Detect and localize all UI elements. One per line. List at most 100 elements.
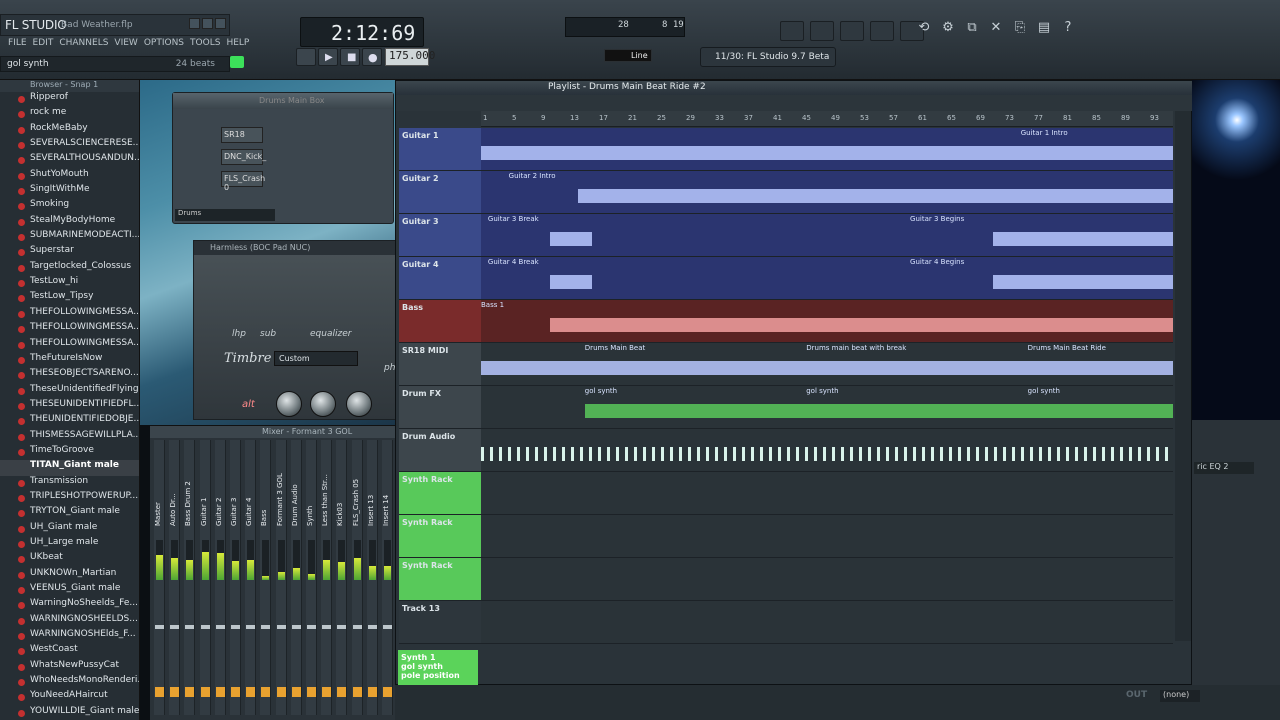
channel-kick[interactable]: DNC_Kick_: [221, 149, 266, 165]
browser-item[interactable]: THESEUNIDENTIFIEDFL...: [0, 399, 139, 414]
route-button[interactable]: [261, 687, 271, 697]
browser-item[interactable]: WhatsNewPussyCat: [0, 660, 139, 675]
browser-item[interactable]: WARNINGNOSHEELDS...: [0, 614, 139, 629]
mixer-strip[interactable]: Guitar 3: [230, 440, 241, 715]
output-select[interactable]: (none): [1160, 690, 1200, 702]
route-button[interactable]: [276, 687, 286, 697]
clip-waveform[interactable]: [550, 232, 592, 246]
browser-item[interactable]: SEVERALTHOUSANDUN...: [0, 153, 139, 168]
track-lane[interactable]: [481, 472, 1173, 515]
volume-fader[interactable]: [246, 625, 256, 629]
mixer-strip[interactable]: Drum Audio: [290, 440, 302, 715]
volume-fader[interactable]: [367, 625, 377, 629]
browser-item[interactable]: THEFOLLOWINGMESSA...: [0, 307, 139, 322]
browser-item[interactable]: WhoNeedsMonoRenderi...: [0, 675, 139, 690]
menu-view[interactable]: VIEW: [114, 38, 137, 52]
browser-item[interactable]: RockMeBaby: [0, 123, 139, 138]
browser-item[interactable]: SingItWithMe: [0, 184, 139, 199]
browser-item[interactable]: VEENUS_Giant male: [0, 583, 139, 598]
tools-icon[interactable]: ✕: [987, 18, 1005, 38]
tempo-display[interactable]: 175.000: [385, 48, 435, 66]
clip-waveform[interactable]: [550, 275, 592, 289]
route-button[interactable]: [200, 687, 210, 697]
mixer-strip[interactable]: FLS_Crash 05: [351, 440, 363, 715]
browser-item[interactable]: UKbeat: [0, 552, 139, 567]
minimize-button[interactable]: [189, 18, 200, 29]
timbre-preset-select[interactable]: Custom: [274, 351, 358, 366]
route-button[interactable]: [170, 687, 180, 697]
track-header[interactable]: Guitar 1: [399, 128, 481, 171]
step-sequencer-shortcut-button[interactable]: [810, 21, 834, 41]
browser-item[interactable]: TimeToGroove: [0, 445, 139, 460]
clip-waveform[interactable]: [550, 318, 1173, 332]
track-lane[interactable]: [481, 515, 1173, 558]
browser-item[interactable]: StealMyBodyHome: [0, 215, 139, 230]
browser-item[interactable]: TestLow_hi: [0, 276, 139, 291]
clip-waveform[interactable]: [577, 189, 1173, 203]
volume-fader[interactable]: [352, 625, 362, 629]
browser-item[interactable]: THEFOLLOWINGMESSA...: [0, 322, 139, 337]
track-lane[interactable]: Guitar 1 Intro: [481, 128, 1173, 171]
menu-options[interactable]: OPTIONS: [144, 38, 184, 52]
track-lane[interactable]: Guitar 2 Intro: [481, 171, 1173, 214]
mixer-strip[interactable]: Less than Str...: [321, 440, 333, 715]
volume-fader[interactable]: [276, 625, 286, 629]
track-header[interactable]: Bass: [399, 300, 481, 343]
pattern-selector[interactable]: Drums: [175, 209, 275, 221]
mixer-strip[interactable]: Insert 13: [366, 440, 378, 715]
route-button[interactable]: [231, 687, 240, 697]
route-button[interactable]: [383, 687, 392, 697]
browser-item[interactable]: THEFOLLOWINGMESSA...: [0, 338, 139, 353]
mixer-strip[interactable]: Guitar 2: [214, 440, 226, 715]
harmless-knob-2[interactable]: [310, 391, 336, 417]
mixer-strip[interactable]: Insert 14: [382, 440, 393, 715]
browser-item[interactable]: rock me: [0, 107, 139, 122]
track-lane[interactable]: gol synth gol synth gol synth: [481, 386, 1173, 429]
browser-item[interactable]: Ripperof: [0, 92, 139, 107]
harmless-knob-1[interactable]: [276, 391, 302, 417]
mixer-strip[interactable]: Auto Dr...: [169, 440, 181, 715]
browser-item[interactable]: WestCoast: [0, 644, 139, 659]
browser-item[interactable]: UH_Giant male: [0, 522, 139, 537]
browser-item[interactable]: YouNeedAHaircut: [0, 690, 139, 705]
track-header[interactable]: Drum FX: [399, 386, 481, 429]
snap-mode-select[interactable]: Line: [604, 49, 652, 62]
volume-fader[interactable]: [185, 625, 195, 629]
record-button[interactable]: ●: [362, 48, 382, 66]
synth-pattern-cell[interactable]: Synth 1 gol synth pole position: [398, 650, 478, 686]
menu-channels[interactable]: CHANNELS: [59, 38, 108, 52]
volume-fader[interactable]: [383, 625, 392, 629]
menu-file[interactable]: FILE: [8, 38, 27, 52]
volume-fader[interactable]: [322, 625, 332, 629]
browser-item[interactable]: Targetlocked_Colossus: [0, 261, 139, 276]
channel-sr18[interactable]: SR18: [221, 127, 263, 143]
close-button[interactable]: [215, 18, 226, 29]
browser-item[interactable]: TestLow_Tipsy: [0, 291, 139, 306]
undo-icon[interactable]: ⟲: [915, 18, 933, 38]
route-button[interactable]: [337, 687, 347, 697]
browser-item[interactable]: Smoking: [0, 199, 139, 214]
browser-item[interactable]: SEVERALSCIENCERESE...: [0, 138, 139, 153]
clip-waveform[interactable]: [481, 146, 1173, 160]
mixer-strip[interactable]: Guitar 1: [199, 440, 211, 715]
track-header[interactable]: Guitar 2: [399, 171, 481, 214]
mixer-strip[interactable]: Bass Drum 2: [184, 440, 196, 715]
vertical-scrollbar[interactable]: [1175, 111, 1191, 641]
plugin-icon[interactable]: ⚙: [939, 18, 957, 38]
browser-item[interactable]: Superstar: [0, 245, 139, 260]
route-button[interactable]: [155, 687, 164, 697]
track-lane[interactable]: Drums Main Beat Drums main beat with brea…: [481, 343, 1173, 386]
play-button[interactable]: ▶: [318, 48, 338, 66]
track-header[interactable]: Drum Audio: [399, 429, 481, 472]
mixer-strip[interactable]: Guitar 4: [245, 440, 257, 715]
disk-icon[interactable]: ▤: [1035, 18, 1053, 38]
mixer-strip[interactable]: Bass: [260, 440, 272, 715]
playlist-shortcut-button[interactable]: [780, 21, 804, 41]
track-lane[interactable]: [481, 601, 1173, 644]
volume-fader[interactable]: [215, 625, 225, 629]
clip-waveform[interactable]: [481, 447, 1173, 461]
channel-crash[interactable]: FLS_Crash 0: [221, 171, 265, 192]
browser-item[interactable]: TRIPLESHOTPOWERUP...: [0, 491, 139, 506]
clip-waveform[interactable]: [993, 232, 1173, 246]
track-lane[interactable]: Guitar 3 Break Guitar 3 Begins: [481, 214, 1173, 257]
